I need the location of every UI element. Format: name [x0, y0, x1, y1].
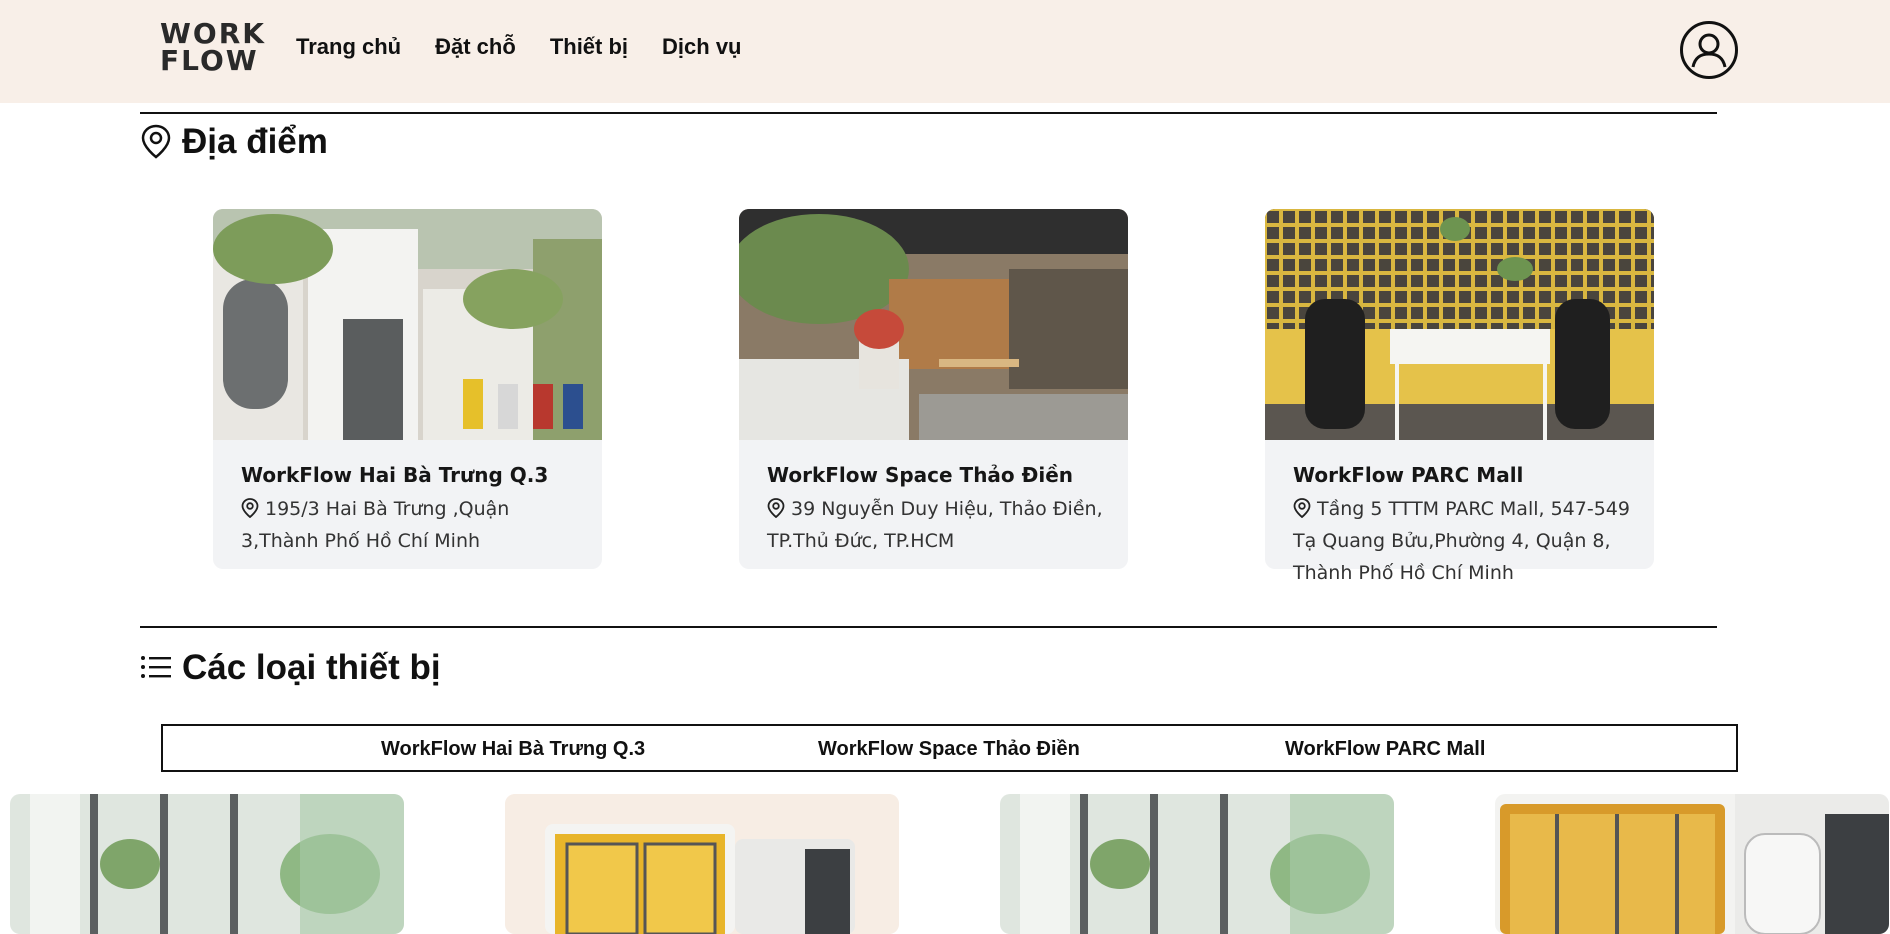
tab-parc-mall[interactable]: WorkFlow PARC Mall — [1285, 738, 1485, 761]
equipment-card-3[interactable] — [1000, 794, 1394, 934]
location-address: Tầng 5 TTTM PARC Mall, 547-549 Tạ Quang … — [1293, 493, 1638, 589]
equipment-card-1[interactable] — [10, 794, 404, 934]
location-photo — [739, 209, 1128, 440]
tab-thao-dien[interactable]: WorkFlow Space Thảo Điền — [818, 738, 1080, 761]
top-navbar: WORK FLOW Trang chủ Đặt chỗ Thiết bị Dịc… — [0, 0, 1890, 103]
location-photo — [1265, 209, 1654, 440]
nav-booking[interactable]: Đặt chỗ — [435, 34, 516, 60]
equipment-photo — [10, 794, 404, 934]
account-button[interactable] — [1680, 21, 1738, 79]
equipment-photo — [1495, 794, 1889, 934]
equipment-card-4[interactable] — [1495, 794, 1889, 934]
equipment-card-2[interactable] — [505, 794, 899, 934]
location-address-text: 195/3 Hai Bà Trưng ,Quận 3,Thành Phố Hồ … — [241, 498, 510, 552]
location-card-parc-mall[interactable]: WorkFlow PARC Mall Tầng 5 TTTM PARC Mall… — [1265, 209, 1654, 584]
divider-middle — [140, 626, 1717, 628]
nav-equipment[interactable]: Thiết bị — [550, 34, 628, 60]
location-name: WorkFlow PARC Mall — [1293, 463, 1524, 487]
divider-top — [140, 112, 1717, 114]
locations-title: Địa điểm — [182, 122, 328, 161]
address-pin-icon — [241, 498, 259, 518]
equipment-title: Các loại thiết bị — [182, 648, 441, 687]
location-photo — [213, 209, 602, 440]
workflow-logo[interactable]: WORK FLOW — [160, 20, 274, 78]
address-pin-icon — [1293, 498, 1311, 518]
location-address: 195/3 Hai Bà Trưng ,Quận 3,Thành Phố Hồ … — [241, 493, 586, 557]
locations-heading: Địa điểm — [140, 122, 328, 162]
list-icon — [141, 656, 171, 678]
logo-line-1: WORK — [160, 17, 266, 50]
main-nav: Trang chủ Đặt chỗ Thiết bị Dịch vụ — [296, 34, 742, 60]
logo-line-2: FLOW — [160, 44, 259, 77]
address-pin-icon — [767, 498, 785, 518]
equipment-photo — [1000, 794, 1394, 934]
location-address: 39 Nguyễn Duy Hiệu, Thảo Điền, TP.Thủ Đứ… — [767, 493, 1112, 557]
user-icon — [1691, 33, 1727, 68]
location-name: WorkFlow Space Thảo Điền — [767, 463, 1074, 487]
location-address-text: 39 Nguyễn Duy Hiệu, Thảo Điền, TP.Thủ Đứ… — [767, 498, 1103, 552]
location-address-text: Tầng 5 TTTM PARC Mall, 547-549 Tạ Quang … — [1293, 498, 1630, 584]
location-card-thao-dien[interactable]: WorkFlow Space Thảo Điền 39 Nguyễn Duy H… — [739, 209, 1128, 569]
nav-home[interactable]: Trang chủ — [296, 34, 401, 60]
nav-services[interactable]: Dịch vụ — [662, 34, 741, 60]
equipment-photo — [505, 794, 899, 934]
location-tabs: WorkFlow Hai Bà Trưng Q.3 WorkFlow Space… — [161, 724, 1738, 772]
location-pin-icon — [141, 124, 171, 159]
location-card-hai-ba-trung[interactable]: WorkFlow Hai Bà Trưng Q.3 195/3 Hai Bà T… — [213, 209, 602, 569]
equipment-heading: Các loại thiết bị — [140, 648, 441, 688]
location-name: WorkFlow Hai Bà Trưng Q.3 — [241, 463, 549, 487]
tab-hai-ba-trung[interactable]: WorkFlow Hai Bà Trưng Q.3 — [381, 738, 645, 761]
